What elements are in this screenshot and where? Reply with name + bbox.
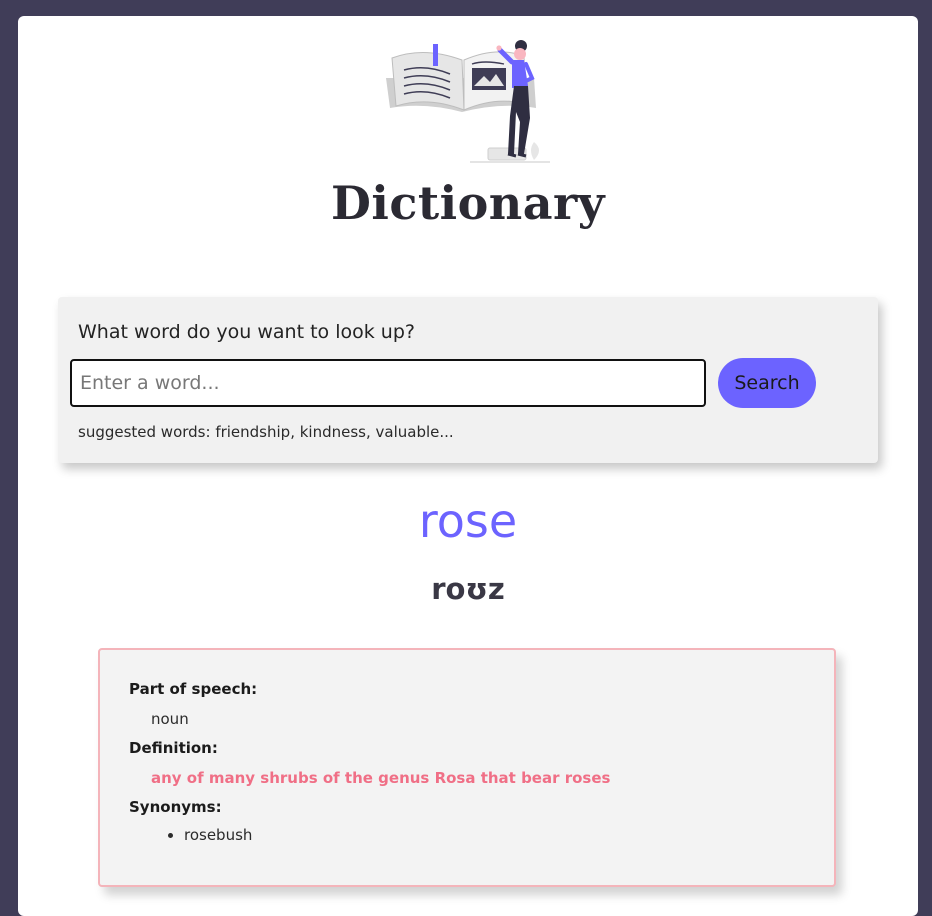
meaning-card: Part of speech: noun Definition: any of … [98,648,836,887]
page-title: Dictionary [331,176,605,230]
search-panel: What word do you want to look up? Search… [58,297,878,463]
book-illustration-icon [386,40,550,163]
synonyms-list: rosebush [144,826,252,844]
definition-label: Definition: [129,739,218,757]
synonym-item: rosebush [184,826,252,844]
search-prompt: What word do you want to look up? [78,321,415,343]
main-card: Dictionary What word do you want to look… [18,16,918,916]
definition-text: any of many shrubs of the genus Rosa tha… [151,769,611,787]
suggested-words: suggested words: friendship, kindness, v… [78,423,454,441]
result-word: rose [418,494,518,548]
search-input[interactable] [70,359,706,407]
synonyms-label: Synonyms: [129,798,222,816]
part-of-speech-label: Part of speech: [129,680,258,698]
part-of-speech-value: noun [151,710,189,728]
search-button[interactable]: Search [718,358,816,408]
result-phonetic: roʊz [431,572,505,606]
